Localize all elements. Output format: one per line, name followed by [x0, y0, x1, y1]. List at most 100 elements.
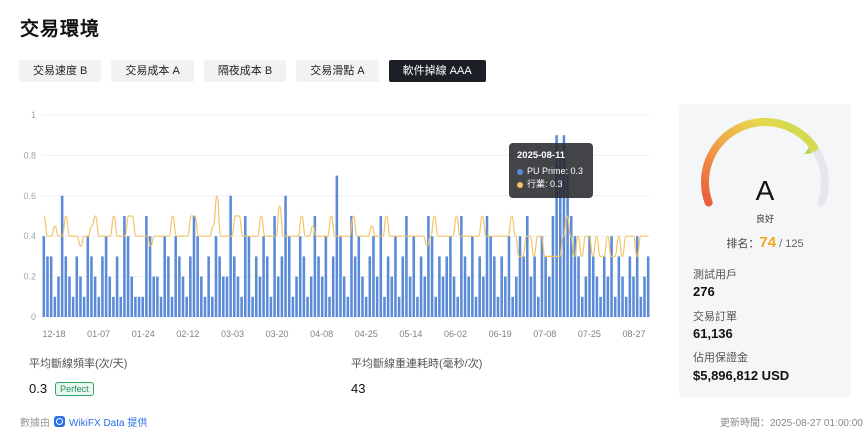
bar-disconnect[interactable]	[324, 236, 328, 317]
bar-disconnect[interactable]	[507, 236, 511, 317]
bar-disconnect[interactable]	[547, 276, 551, 317]
bar-disconnect[interactable]	[456, 296, 459, 317]
bar-disconnect[interactable]	[591, 256, 595, 317]
bar-disconnect[interactable]	[229, 195, 232, 317]
bar-disconnect[interactable]	[610, 236, 613, 317]
bar-disconnect[interactable]	[441, 276, 445, 317]
bar-disconnect[interactable]	[200, 276, 203, 317]
bar-disconnect[interactable]	[416, 296, 419, 317]
bar-disconnect[interactable]	[86, 236, 90, 317]
bar-disconnect[interactable]	[489, 236, 492, 317]
provider-link[interactable]: WikiFX Data 提供	[69, 414, 147, 429]
tab-overnight-cost[interactable]: 隔夜成本 B	[203, 60, 287, 82]
bar-disconnect[interactable]	[419, 256, 423, 317]
bar-disconnect[interactable]	[148, 236, 152, 317]
bar-disconnect[interactable]	[258, 276, 262, 317]
bar-disconnect[interactable]	[49, 256, 53, 317]
bar-disconnect[interactable]	[328, 296, 331, 317]
bar-disconnect[interactable]	[452, 276, 456, 317]
bar-disconnect[interactable]	[309, 276, 313, 317]
bar-disconnect[interactable]	[471, 236, 474, 317]
bar-disconnect[interactable]	[170, 296, 174, 317]
bar-disconnect[interactable]	[504, 276, 507, 317]
bar-disconnect[interactable]	[167, 256, 170, 317]
bar-disconnect[interactable]	[646, 256, 650, 317]
bar-disconnect[interactable]	[211, 296, 214, 317]
bar-disconnect[interactable]	[361, 276, 364, 317]
bar-disconnect[interactable]	[254, 256, 258, 317]
bar-disconnect[interactable]	[251, 296, 254, 317]
bar-disconnect[interactable]	[635, 236, 639, 317]
bar-disconnect[interactable]	[372, 236, 375, 317]
bar-disconnect[interactable]	[460, 216, 463, 317]
bar-disconnect[interactable]	[68, 276, 71, 317]
bar-disconnect[interactable]	[412, 236, 416, 317]
bar-disconnect[interactable]	[430, 236, 434, 317]
bar-disconnect[interactable]	[368, 256, 372, 317]
bar-disconnect[interactable]	[104, 236, 108, 317]
bar-disconnect[interactable]	[379, 216, 383, 317]
bar-disconnect[interactable]	[595, 276, 599, 317]
bar-disconnect[interactable]	[423, 276, 427, 317]
bar-disconnect[interactable]	[386, 256, 390, 317]
bar-disconnect[interactable]	[189, 256, 192, 317]
bar-disconnect[interactable]	[518, 236, 522, 317]
bar-disconnect[interactable]	[302, 256, 306, 317]
bar-disconnect[interactable]	[577, 256, 580, 317]
bar-disconnect[interactable]	[346, 296, 350, 317]
bar-disconnect[interactable]	[185, 296, 188, 317]
bar-disconnect[interactable]	[643, 276, 646, 317]
bar-disconnect[interactable]	[71, 296, 75, 317]
tab-software-disconnect[interactable]: 軟件掉線 AAA	[388, 60, 486, 82]
bar-disconnect[interactable]	[529, 276, 533, 317]
bar-disconnect[interactable]	[196, 236, 199, 317]
bar-disconnect[interactable]	[463, 256, 467, 317]
bar-disconnect[interactable]	[240, 296, 243, 317]
bar-disconnect[interactable]	[97, 296, 101, 317]
bar-disconnect[interactable]	[569, 216, 573, 317]
bar-disconnect[interactable]	[192, 216, 196, 317]
bar-disconnect[interactable]	[284, 195, 287, 317]
bar-disconnect[interactable]	[273, 216, 276, 317]
bar-disconnect[interactable]	[364, 296, 368, 317]
bar-disconnect[interactable]	[236, 276, 240, 317]
bar-disconnect[interactable]	[222, 276, 225, 317]
bar-disconnect[interactable]	[64, 256, 68, 317]
bar-disconnect[interactable]	[434, 296, 438, 317]
bar-disconnect[interactable]	[115, 256, 119, 317]
bar-disconnect[interactable]	[639, 296, 643, 317]
bar-disconnect[interactable]	[163, 236, 166, 317]
bar-disconnect[interactable]	[269, 296, 273, 317]
bar-disconnect[interactable]	[134, 296, 137, 317]
bar-disconnect[interactable]	[42, 236, 46, 317]
bar-disconnect[interactable]	[485, 216, 489, 317]
tab-slippage[interactable]: 交易滑點 A	[296, 60, 379, 82]
bar-disconnect[interactable]	[218, 256, 221, 317]
bar-disconnect[interactable]	[90, 256, 93, 317]
bar-disconnect[interactable]	[624, 296, 628, 317]
tab-trade-cost[interactable]: 交易成本 A	[111, 60, 194, 82]
bar-disconnect[interactable]	[306, 296, 309, 317]
bar-disconnect[interactable]	[214, 236, 218, 317]
bar-disconnect[interactable]	[60, 195, 64, 317]
bar-disconnect[interactable]	[207, 256, 210, 317]
bar-disconnect[interactable]	[632, 276, 635, 317]
bar-disconnect[interactable]	[515, 276, 518, 317]
bar-disconnect[interactable]	[551, 216, 555, 317]
bar-disconnect[interactable]	[243, 216, 247, 317]
bar-disconnect[interactable]	[493, 256, 496, 317]
bar-disconnect[interactable]	[57, 276, 60, 317]
bar-disconnect[interactable]	[335, 175, 339, 317]
bar-disconnect[interactable]	[225, 276, 229, 317]
bar-disconnect[interactable]	[320, 276, 324, 317]
bar-disconnect[interactable]	[526, 216, 529, 317]
bar-disconnect[interactable]	[482, 276, 485, 317]
bar-disconnect[interactable]	[383, 296, 386, 317]
bar-disconnect[interactable]	[397, 296, 401, 317]
bar-disconnect[interactable]	[580, 296, 584, 317]
bar-disconnect[interactable]	[46, 256, 49, 317]
bar-disconnect[interactable]	[478, 256, 481, 317]
bar-disconnect[interactable]	[265, 256, 269, 317]
bar-disconnect[interactable]	[159, 296, 163, 317]
bar-disconnect[interactable]	[233, 256, 236, 317]
